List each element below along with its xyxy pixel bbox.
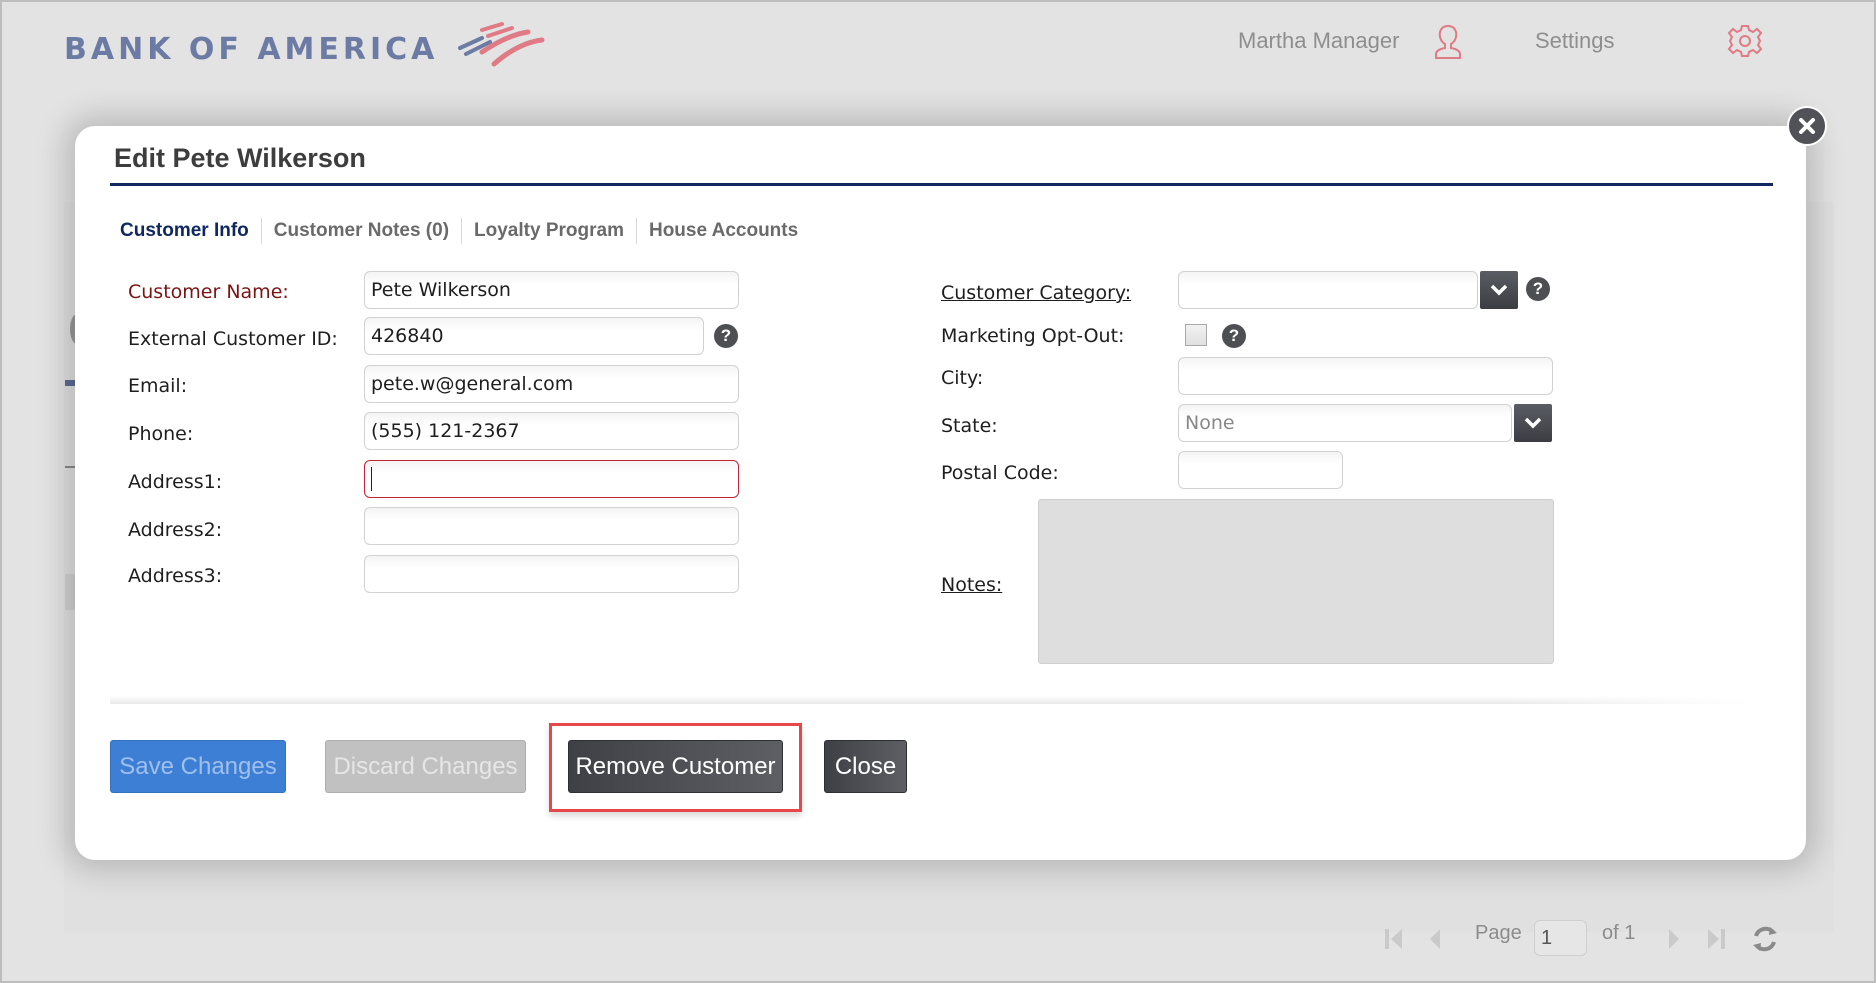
address2-input[interactable]	[364, 507, 739, 545]
user-name-link[interactable]: Martha Manager	[1238, 28, 1399, 54]
external-customer-id-input[interactable]: 426840	[364, 317, 704, 355]
marketing-opt-out-label: Marketing Opt-Out:	[941, 325, 1125, 347]
modal-title: Edit Pete Wilkerson	[114, 143, 366, 173]
modal-close-button[interactable]	[1787, 106, 1827, 146]
email-value: pete.w@general.com	[371, 373, 574, 395]
settings-link[interactable]: Settings	[1535, 28, 1615, 54]
page-label: Page	[1475, 922, 1522, 944]
state-value: None	[1185, 412, 1235, 434]
notes-textarea[interactable]	[1038, 499, 1554, 664]
text-cursor	[371, 467, 372, 491]
postal-code-label: Postal Code:	[941, 462, 1059, 484]
tab-customer-notes[interactable]: Customer Notes (0)	[262, 218, 463, 244]
background-rule	[65, 466, 75, 468]
city-label: City:	[941, 367, 984, 389]
customer-name-value: Pete Wilkerson	[371, 279, 511, 301]
postal-code-input[interactable]	[1178, 451, 1343, 489]
tab-bar: Customer Info Customer Notes (0) Loyalty…	[112, 218, 810, 244]
tab-house-accounts[interactable]: House Accounts	[637, 218, 810, 244]
marketing-opt-out-help-icon[interactable]: ?	[1222, 324, 1246, 348]
background-accent-bar	[65, 380, 75, 386]
refresh-icon[interactable]	[1750, 924, 1780, 954]
page-count-label: of 1	[1602, 922, 1636, 944]
address3-input[interactable]	[364, 555, 739, 593]
state-select[interactable]: None	[1178, 404, 1512, 442]
close-button[interactable]: Close	[824, 740, 907, 793]
discard-changes-button[interactable]: Discard Changes	[325, 740, 526, 793]
next-page-icon[interactable]	[1666, 926, 1682, 952]
first-page-icon[interactable]	[1383, 926, 1405, 952]
user-icon[interactable]	[1428, 22, 1468, 62]
address1-label: Address1:	[128, 471, 223, 493]
save-changes-button[interactable]: Save Changes	[110, 740, 286, 793]
previous-page-icon[interactable]	[1427, 926, 1443, 952]
last-page-icon[interactable]	[1705, 926, 1727, 952]
tab-loyalty-program[interactable]: Loyalty Program	[462, 218, 637, 244]
customer-category-dropdown-button[interactable]	[1480, 271, 1518, 309]
state-label: State:	[941, 415, 998, 437]
footer-divider	[110, 696, 1750, 704]
city-input[interactable]	[1178, 357, 1553, 395]
address1-input[interactable]	[364, 460, 739, 498]
chevron-down-icon	[1490, 284, 1508, 296]
brand-logo-text: BANK OF AMERICA	[64, 32, 439, 67]
background-row	[65, 574, 75, 610]
help-glyph: ?	[1532, 279, 1544, 298]
help-glyph: ?	[1228, 326, 1240, 345]
page-number-input[interactable]: 1	[1534, 920, 1587, 956]
close-icon	[1799, 118, 1815, 134]
tab-customer-info[interactable]: Customer Info	[112, 218, 262, 244]
external-id-help-icon[interactable]: ?	[714, 324, 738, 348]
email-input[interactable]: pete.w@general.com	[364, 365, 739, 403]
email-label: Email:	[128, 375, 188, 397]
remove-customer-button[interactable]: Remove Customer	[568, 740, 783, 793]
address3-label: Address3:	[128, 565, 223, 587]
customer-name-input[interactable]: Pete Wilkerson	[364, 271, 739, 309]
phone-label: Phone:	[128, 423, 194, 445]
external-customer-id-value: 426840	[371, 325, 444, 347]
brand-flag-icon	[458, 22, 545, 67]
customer-category-select[interactable]	[1178, 271, 1478, 309]
notes-label[interactable]: Notes:	[941, 574, 1002, 596]
customer-category-label[interactable]: Customer Category:	[941, 282, 1131, 304]
title-divider	[110, 183, 1773, 186]
customer-category-help-icon[interactable]: ?	[1526, 277, 1550, 301]
page-number-value: 1	[1541, 926, 1553, 949]
marketing-opt-out-checkbox[interactable]	[1185, 324, 1207, 346]
phone-value: (555) 121-2367	[371, 420, 520, 442]
help-glyph: ?	[720, 326, 732, 345]
gear-icon[interactable]	[1726, 22, 1764, 60]
state-dropdown-button[interactable]	[1514, 404, 1552, 442]
address2-label: Address2:	[128, 519, 223, 541]
phone-input[interactable]: (555) 121-2367	[364, 412, 739, 450]
chevron-down-icon	[1524, 417, 1542, 429]
customer-name-label: Customer Name:	[128, 281, 289, 303]
external-customer-id-label: External Customer ID:	[128, 328, 338, 350]
